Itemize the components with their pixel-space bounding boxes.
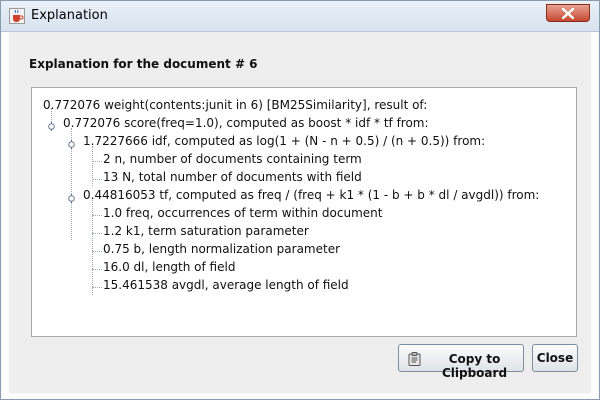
dialog-heading: Explanation for the document # 6 [29,57,258,71]
window-title: Explanation [31,8,108,23]
copy-to-clipboard-button[interactable]: Copy to Clipboard [398,344,524,380]
tree-node-tf-avgdl[interactable]: 15.461538 avgdl, average length of field [103,278,349,292]
expand-handle-icon[interactable] [67,138,76,149]
tree-node-tf-b[interactable]: 0.75 b, length normalization parameter [103,242,340,256]
tree-guide [92,287,102,288]
explanation-tree[interactable]: 0.772076 weight(contents:junit in 6) [BM… [31,87,577,337]
tree-guide [92,161,102,162]
tree-guide [92,146,93,186]
tree-node-tf-dl[interactable]: 16.0 dl, length of field [103,260,235,274]
java-cup-icon [9,8,25,24]
copy-button-label: Copy to Clipboard [441,352,508,380]
tree-node-tf-k1[interactable]: 1.2 k1, term saturation parameter [103,224,309,238]
close-button[interactable]: Close [532,344,578,372]
tree-node-idf-n[interactable]: 2 n, number of documents containing term [103,152,362,166]
expand-handle-icon[interactable] [47,120,56,131]
tree-node-score[interactable]: 0.772076 score(freq=1.0), computed as bo… [63,116,429,130]
tree-guide [92,233,102,234]
title-bar[interactable]: Explanation [1,1,599,32]
tree-node-tf[interactable]: 0.44816053 tf, computed as freq / (freq … [83,188,539,202]
window-close-button[interactable] [546,4,590,22]
tree-node-tf-freq[interactable]: 1.0 freq, occurrences of term within doc… [103,206,382,220]
tree-guide [92,269,102,270]
tree-node-weight[interactable]: 0.772076 weight(contents:junit in 6) [BM… [43,98,427,112]
tree-node-idf-N[interactable]: 13 N, total number of documents with fie… [103,170,362,184]
tree-node-idf[interactable]: 1.7227666 idf, computed as log(1 + (N - … [83,134,485,148]
clipboard-icon [408,352,421,369]
tree-guide [92,251,102,252]
tree-guide [92,215,102,216]
explanation-dialog: Explanation Explanation for the document… [0,0,600,400]
expand-handle-icon[interactable] [67,192,76,203]
tree-guide [92,179,102,180]
close-button-label: Close [536,351,574,365]
close-icon [562,8,574,19]
dialog-content: Explanation for the document # 6 0.77207… [9,32,591,393]
